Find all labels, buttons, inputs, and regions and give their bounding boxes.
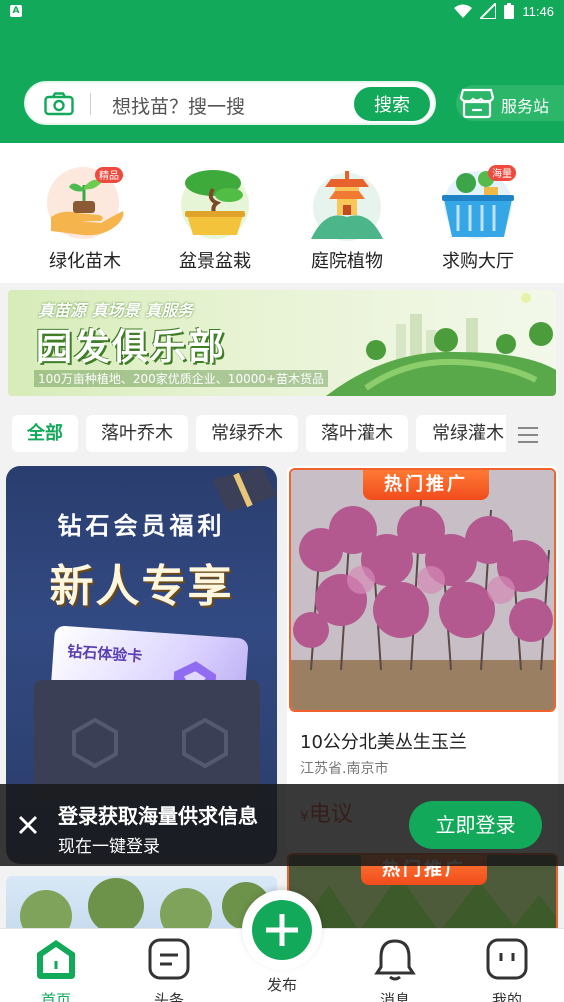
magnolia-photo: [291, 470, 554, 710]
category-bonsai[interactable]: 盆景盆栽: [160, 165, 270, 273]
banner-subtitle: 100万亩种植地、200家优质企业、10000+苗木货品: [34, 370, 329, 387]
login-now-button[interactable]: 立即登录: [409, 801, 542, 849]
tab-all[interactable]: 全部: [12, 415, 78, 452]
promo-title: 钻石会员福利: [57, 512, 226, 540]
club-banner[interactable]: 真苗源 真场景 真服务 园发俱乐部 100万亩种植地、200家优质企业、1000…: [8, 290, 556, 396]
tree-photo: [20, 878, 270, 936]
category-purchase-hall[interactable]: 海量 求购大厅: [423, 165, 533, 273]
nav-headlines-label: 头条: [153, 991, 184, 1002]
category-courtyard-plants[interactable]: 庭院植物: [292, 165, 402, 273]
camera-icon[interactable]: [44, 92, 74, 116]
earth-trees-illustration: [326, 293, 556, 396]
plus-icon: [266, 914, 298, 946]
menu-icon[interactable]: [516, 426, 540, 444]
publish-button-fill: [252, 900, 312, 960]
wifi-icon: [454, 4, 473, 18]
bonsai-icon: [181, 170, 249, 239]
search-divider: [90, 93, 91, 115]
filter-tabs: 全部 落叶乔木 常绿乔木 落叶灌木 常绿灌木: [0, 407, 564, 459]
nav-home[interactable]: 首页: [16, 937, 96, 1002]
nav-headlines[interactable]: 头条: [129, 937, 209, 1002]
notification-icon: A: [10, 5, 22, 17]
svg-text:海量: 海量: [492, 167, 512, 180]
signal-icon: [480, 3, 497, 19]
category-label: 求购大厅: [442, 251, 514, 272]
service-station-label: 服务站: [501, 97, 550, 116]
nav-publish-label: 发布: [266, 976, 297, 994]
banner-title: 园发俱乐部: [36, 327, 227, 368]
publish-button[interactable]: [242, 890, 322, 970]
crown-badge-icon: [182, 718, 228, 768]
product-location: 江苏省.南京市: [300, 761, 389, 777]
tab-deciduous-trees[interactable]: 落叶乔木: [86, 415, 188, 452]
tab-evergreen-trees[interactable]: 常绿乔木: [196, 415, 298, 452]
wallet-illustration: [34, 680, 260, 800]
battery-icon: [504, 3, 515, 19]
login-prompt-subtitle: 现在一键登录: [58, 837, 160, 857]
crown-badge-icon: [72, 718, 118, 768]
nav-messages[interactable]: 消息: [355, 937, 435, 1002]
profile-icon: [486, 938, 528, 980]
shop-icon: [460, 88, 494, 119]
tab-deciduous-shrubs[interactable]: 落叶灌木: [306, 415, 408, 452]
pavilion-icon: [311, 171, 383, 241]
home-icon: [37, 940, 75, 979]
nav-messages-label: 消息: [379, 991, 410, 1002]
close-icon[interactable]: [16, 813, 40, 837]
status-bar: A 11:46: [0, 0, 564, 24]
shopping-basket-icon: 海量: [442, 165, 516, 239]
product-image[interactable]: 热门推广: [289, 468, 556, 712]
svg-text:精品: 精品: [99, 169, 119, 182]
search-button[interactable]: 搜索: [352, 85, 432, 123]
category-label: 绿化苗木: [49, 251, 121, 272]
trial-card-label: 钻石体验卡: [66, 642, 143, 666]
nav-mine[interactable]: 我的: [467, 937, 547, 1002]
category-label: 盆景盆栽: [179, 251, 251, 272]
status-indicators: 11:46: [454, 3, 554, 19]
clock: 11:46: [522, 3, 554, 19]
category-label: 庭院植物: [311, 251, 383, 272]
tab-evergreen-shrubs[interactable]: 常绿灌木: [416, 415, 506, 452]
search-input[interactable]: 想找苗？搜一搜: [112, 92, 245, 119]
hot-promotion-tag: 热门推广: [363, 470, 489, 500]
promo-headline: 新人专享: [49, 561, 234, 612]
news-icon: [148, 938, 190, 980]
login-prompt-bar: 登录获取海量供求信息 现在一键登录 立即登录: [0, 784, 564, 866]
category-grid: 精品 绿化苗木 盆景盆栽 庭院植物 海量 求购大厅: [0, 143, 564, 283]
login-prompt-title: 登录获取海量供求信息: [58, 804, 258, 828]
nav-home-label: 首页: [40, 991, 71, 1002]
app-header: A 11:46 想找苗？搜一搜 搜索 服务站: [0, 0, 564, 143]
nav-mine-label: 我的: [491, 991, 522, 1002]
category-greening-seedlings[interactable]: 精品 绿化苗木: [30, 165, 140, 273]
bell-icon: [374, 939, 416, 981]
service-station-button[interactable]: 服务站: [456, 85, 564, 121]
product-name: 10公分北美丛生玉兰: [300, 732, 467, 753]
product-image[interactable]: [6, 876, 277, 936]
seedling-hand-icon: 精品: [47, 167, 124, 239]
search-bar[interactable]: 想找苗？搜一搜 搜索: [24, 81, 436, 125]
